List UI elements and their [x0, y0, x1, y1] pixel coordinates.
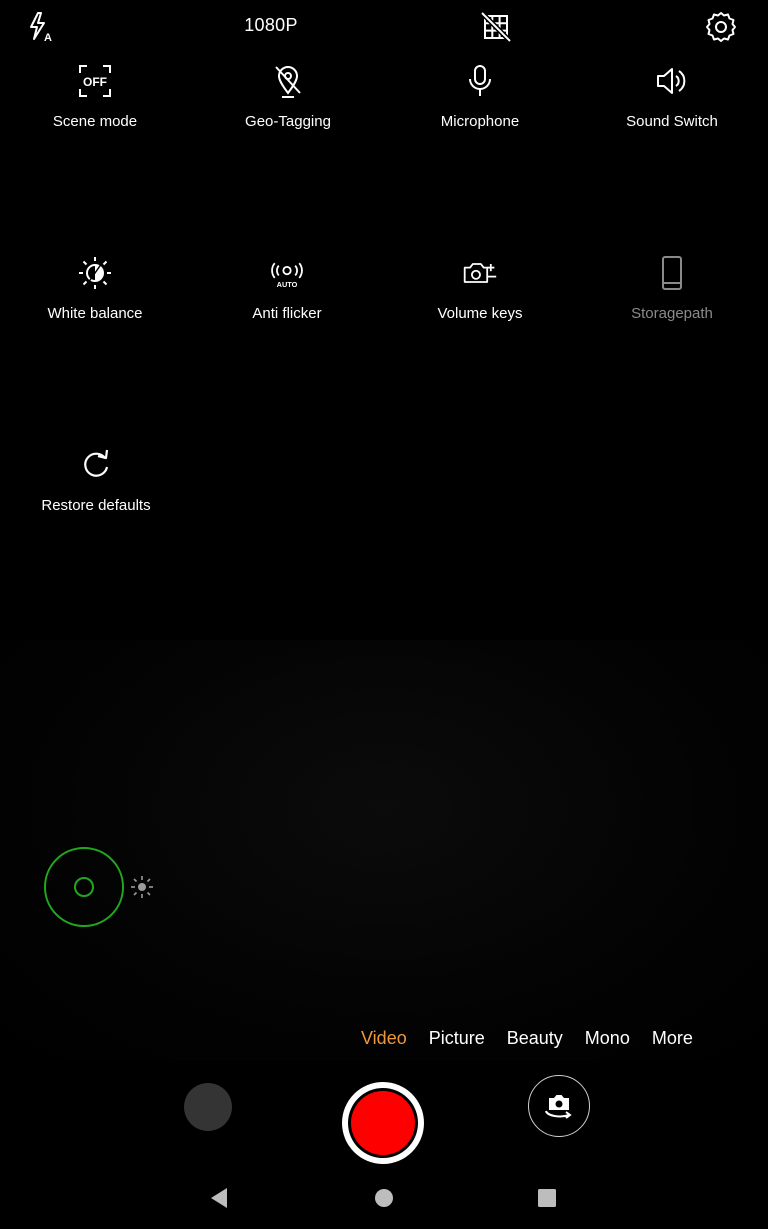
mode-more[interactable]: More	[641, 1028, 704, 1049]
camera-plus-icon	[462, 255, 498, 291]
resolution-selector[interactable]: 1080P	[231, 15, 311, 36]
setting-anti-flicker[interactable]: AUTO Anti flicker	[192, 255, 382, 322]
setting-volume-keys[interactable]: Volume keys	[385, 255, 575, 322]
record-indicator	[351, 1091, 415, 1155]
scene-off-icon: OFF	[77, 63, 113, 99]
setting-label: Microphone	[440, 113, 520, 130]
scene-icon-text: OFF	[83, 75, 107, 89]
setting-label: Anti flicker	[252, 305, 322, 322]
setting-label: Restore defaults	[41, 497, 151, 514]
brightness-icon[interactable]	[129, 874, 155, 900]
svg-text:A: A	[44, 32, 52, 44]
mode-video[interactable]: Video	[350, 1028, 418, 1049]
setting-label: Volume keys	[437, 305, 523, 322]
white-balance-auto-icon	[77, 255, 113, 291]
setting-label: Storagepath	[631, 305, 713, 322]
mode-mono[interactable]: Mono	[574, 1028, 641, 1049]
setting-label: White balance	[47, 305, 143, 322]
switch-camera-icon	[539, 1086, 579, 1126]
grid-off-icon[interactable]	[479, 10, 513, 44]
back-icon[interactable]	[199, 1178, 239, 1218]
phone-storage-icon	[654, 255, 690, 291]
setting-scene-mode[interactable]: OFF Scene mode	[0, 63, 190, 130]
restore-icon	[78, 447, 114, 483]
microphone-icon	[462, 63, 498, 99]
anti-flicker-icon-text: AUTO	[277, 280, 298, 289]
mode-beauty[interactable]: Beauty	[496, 1028, 574, 1049]
setting-label: Sound Switch	[626, 113, 718, 130]
mode-selector: Video Picture Beauty Mono More	[350, 1028, 704, 1049]
recents-icon[interactable]	[527, 1178, 567, 1218]
setting-label: Scene mode	[52, 113, 138, 130]
setting-storagepath[interactable]: Storagepath	[577, 255, 767, 322]
setting-microphone[interactable]: Microphone	[385, 63, 575, 130]
focus-ring[interactable]	[43, 846, 125, 928]
flash-auto-icon[interactable]: A	[25, 10, 59, 44]
setting-white-balance[interactable]: White balance	[0, 255, 190, 322]
setting-label: Geo-Tagging	[245, 113, 331, 130]
setting-geo-tagging[interactable]: Geo-Tagging	[193, 63, 383, 130]
record-button-inner	[348, 1088, 418, 1158]
location-off-icon	[270, 63, 306, 99]
anti-flicker-auto-icon: AUTO	[269, 255, 305, 291]
mode-picture[interactable]: Picture	[418, 1028, 496, 1049]
record-button[interactable]	[342, 1082, 424, 1164]
gear-icon[interactable]	[704, 10, 738, 44]
speaker-icon	[654, 63, 690, 99]
setting-sound-switch[interactable]: Sound Switch	[577, 63, 767, 130]
setting-restore-defaults[interactable]: Restore defaults	[1, 447, 191, 514]
switch-camera-button[interactable]	[528, 1075, 590, 1137]
gallery-thumbnail[interactable]	[184, 1083, 232, 1131]
home-icon[interactable]	[364, 1178, 404, 1218]
